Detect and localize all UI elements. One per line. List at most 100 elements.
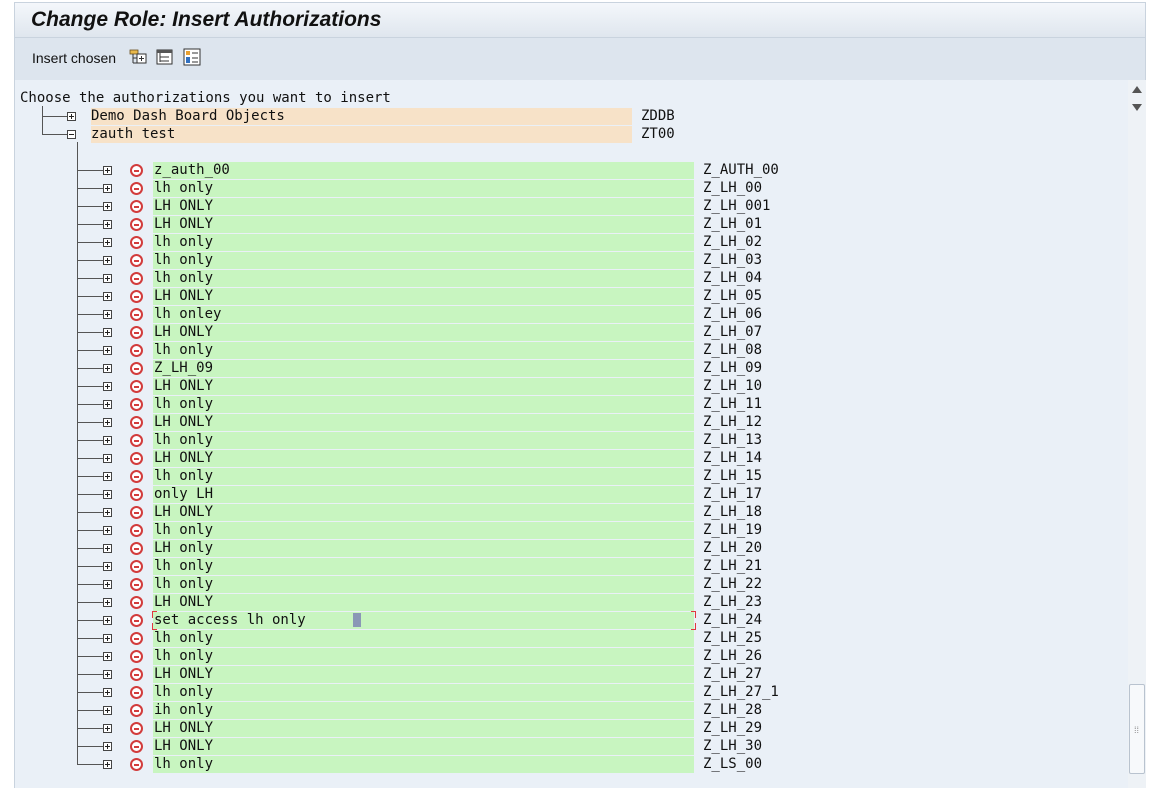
- expand-node-icon[interactable]: [103, 328, 112, 337]
- tree-connector: [77, 296, 103, 297]
- expand-node-icon[interactable]: [103, 688, 112, 697]
- collapse-subtree-icon[interactable]: [156, 48, 174, 66]
- expand-node-icon[interactable]: [103, 310, 112, 319]
- authorization-label[interactable]: LH ONLY: [154, 287, 213, 305]
- authorization-label[interactable]: LH ONLY: [154, 215, 213, 233]
- expand-node-icon[interactable]: [103, 166, 112, 175]
- authorization-label[interactable]: lh only: [154, 755, 213, 773]
- expand-node-icon[interactable]: [103, 454, 112, 463]
- authorization-label[interactable]: lh only: [154, 575, 213, 593]
- tree-connector: [77, 260, 103, 261]
- expand-node-icon[interactable]: [103, 670, 112, 679]
- window-title: Change Role: Insert Authorizations: [31, 8, 382, 31]
- authorization-label[interactable]: z_auth_00: [154, 161, 230, 179]
- authorization-label[interactable]: LH ONLY: [154, 377, 213, 395]
- scroll-up-icon[interactable]: [1132, 86, 1142, 93]
- expand-node-icon[interactable]: [103, 436, 112, 445]
- authorization-label[interactable]: only LH: [154, 485, 213, 503]
- expand-node-icon[interactable]: [103, 418, 112, 427]
- tree-connector: [42, 134, 67, 135]
- tree-connector: [77, 638, 103, 639]
- expand-node-icon[interactable]: [103, 526, 112, 535]
- authorization-label[interactable]: lh only: [154, 233, 213, 251]
- authorization-label[interactable]: lh only: [154, 431, 213, 449]
- expand-node-icon[interactable]: [103, 562, 112, 571]
- expand-node-icon[interactable]: [103, 202, 112, 211]
- expand-node-icon[interactable]: [103, 274, 112, 283]
- collapse-node-icon[interactable]: [67, 130, 76, 139]
- tree-connector: [77, 206, 103, 207]
- authorization-label[interactable]: Z_LH_09: [154, 359, 213, 377]
- tree-connector: [77, 422, 103, 423]
- authorization-label[interactable]: LH ONLY: [154, 197, 213, 215]
- authorization-code: Z_LH_07: [703, 324, 763, 340]
- insert-chosen-button[interactable]: Insert chosen: [32, 50, 116, 66]
- expand-node-icon[interactable]: [103, 598, 112, 607]
- expand-node-icon[interactable]: [103, 508, 112, 517]
- inactive-status-icon: [130, 290, 143, 303]
- authorization-label[interactable]: LH ONLY: [154, 413, 213, 431]
- expand-node-icon[interactable]: [103, 256, 112, 265]
- tree-connector: [77, 674, 103, 675]
- authorization-label[interactable]: LH ONLY: [154, 593, 213, 611]
- inactive-status-icon: [130, 272, 143, 285]
- scroll-down-icon[interactable]: [1132, 104, 1142, 111]
- row-highlight: [153, 414, 694, 431]
- expand-node-icon[interactable]: [103, 472, 112, 481]
- expand-node-icon[interactable]: [103, 346, 112, 355]
- tree-connector: [77, 476, 103, 477]
- expand-node-icon[interactable]: [103, 364, 112, 373]
- authorization-label[interactable]: LH ONLY: [154, 665, 213, 683]
- authorization-label[interactable]: lh only: [154, 179, 213, 197]
- authorization-label[interactable]: LH ONLY: [154, 449, 213, 467]
- authorization-code: Z_LH_27_1: [703, 684, 779, 700]
- authorization-label[interactable]: LH ONLY: [154, 719, 213, 737]
- authorization-label[interactable]: lh only: [154, 395, 213, 413]
- expand-node-icon[interactable]: [103, 490, 112, 499]
- authorization-label[interactable]: LH ONLY: [154, 737, 213, 755]
- authorization-label[interactable]: LH ONLY: [154, 323, 213, 341]
- tree-connector: [77, 332, 103, 333]
- authorization-label[interactable]: lh only: [154, 467, 213, 485]
- expand-node-icon[interactable]: [103, 760, 112, 769]
- select-block-icon[interactable]: [183, 48, 201, 66]
- authorization-label[interactable]: lh only: [154, 269, 213, 287]
- expand-node-icon[interactable]: [103, 616, 112, 625]
- authorization-label[interactable]: ih only: [154, 701, 213, 719]
- authorization-label[interactable]: lh only: [154, 647, 213, 665]
- vertical-scrollbar[interactable]: ⁞⁞: [1128, 80, 1146, 788]
- expand-node-icon[interactable]: [103, 184, 112, 193]
- expand-subtree-icon[interactable]: [129, 48, 147, 66]
- authorization-code: Z_LH_30: [703, 738, 763, 754]
- inactive-status-icon: [130, 434, 143, 447]
- tree-node-label[interactable]: Demo Dash Board Objects: [91, 107, 285, 125]
- authorization-label[interactable]: lh only: [154, 341, 213, 359]
- expand-node-icon[interactable]: [103, 292, 112, 301]
- authorization-label[interactable]: lh only: [154, 557, 213, 575]
- expand-node-icon[interactable]: [103, 742, 112, 751]
- authorization-code: Z_LH_09: [703, 360, 763, 376]
- authorization-label[interactable]: lh only: [154, 521, 213, 539]
- expand-node-icon[interactable]: [103, 634, 112, 643]
- expand-node-icon[interactable]: [103, 580, 112, 589]
- authorization-label[interactable]: lh only: [154, 251, 213, 269]
- authorization-label[interactable]: lh onley: [154, 305, 221, 323]
- expand-node-icon[interactable]: [67, 112, 76, 121]
- expand-node-icon[interactable]: [103, 724, 112, 733]
- inactive-status-icon: [130, 326, 143, 339]
- tree-node-label[interactable]: zauth test: [91, 125, 175, 143]
- row-highlight: [153, 720, 694, 737]
- authorization-label[interactable]: lh only: [154, 683, 213, 701]
- expand-node-icon[interactable]: [103, 706, 112, 715]
- authorization-label[interactable]: LH ONLY: [154, 503, 213, 521]
- expand-node-icon[interactable]: [103, 220, 112, 229]
- authorization-text-input[interactable]: set access lh only: [154, 611, 306, 629]
- expand-node-icon[interactable]: [103, 544, 112, 553]
- expand-node-icon[interactable]: [103, 400, 112, 409]
- expand-node-icon[interactable]: [103, 238, 112, 247]
- expand-node-icon[interactable]: [103, 652, 112, 661]
- expand-node-icon[interactable]: [103, 382, 112, 391]
- authorization-label[interactable]: lh only: [154, 629, 213, 647]
- scroll-thumb[interactable]: ⁞⁞: [1129, 684, 1145, 774]
- authorization-label[interactable]: LH only: [154, 539, 213, 557]
